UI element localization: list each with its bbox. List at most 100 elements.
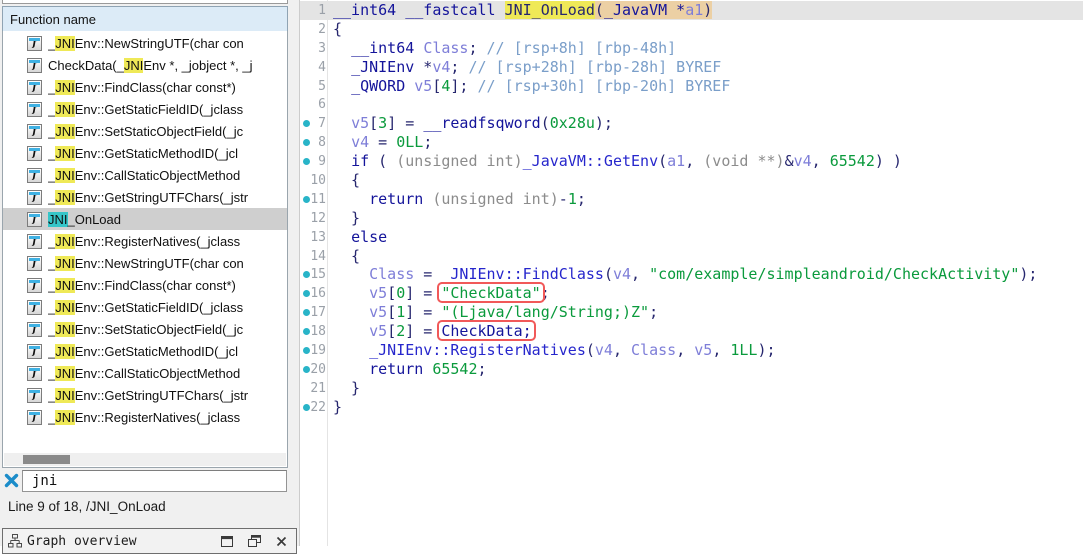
code-text: v5[3] = __readfsqword(0x28u); [351,114,613,133]
line-dot[interactable] [300,303,310,322]
line-number: 4 [318,59,326,75]
code-text: Class = _JNIEnv::FindClass(v4, "com/exam… [369,265,1038,284]
code-line-15[interactable]: 15 Class = _JNIEnv::FindClass(v4, "com/e… [300,265,1083,284]
code-line-1[interactable]: 1 __int64 __fastcall JNI_OnLoad(_JavaVM *… [300,1,1083,20]
function-list-item[interactable]: f _JNIEnv::RegisterNatives(_jclass [3,406,287,428]
line-dot[interactable] [300,114,310,133]
line-number: 12 [310,210,326,226]
function-icon: f [27,387,42,403]
line-dot[interactable] [300,152,310,171]
function-icon: f [27,255,42,271]
code-line-14[interactable]: 14 { [300,247,1083,266]
function-list-item[interactable]: f _JNIEnv::FindClass(char const*) [3,76,287,98]
code-line-4[interactable]: 4 _JNIEnv *v4; // [rsp+28h] [rbp-28h] BY… [300,58,1083,77]
function-icon: f [27,35,42,51]
function-name-label: CheckData(_JNIEnv *, _jobject *, _j [48,57,253,73]
code-line-5[interactable]: 5 _QWORD v5[4]; // [rsp+30h] [rbp-20h] B… [300,77,1083,96]
code-line-20[interactable]: 20 return 65542; [300,360,1083,379]
decompiler-pseudocode-panel[interactable]: 1 __int64 __fastcall JNI_OnLoad(_JavaVM *… [300,1,1083,417]
line-number: 18 [310,324,326,340]
functions-column-header[interactable]: Function name [2,6,288,32]
code-text: { [333,19,343,38]
line-dot[interactable] [300,398,310,417]
function-icon: f [27,233,42,249]
function-name-label: _JNIEnv::CallStaticObjectMethod [48,365,241,381]
function-list-item[interactable]: f _JNIEnv::FindClass(char const*) [3,274,287,296]
function-name-label: _JNIEnv::SetStaticObjectField(_jc [48,321,244,337]
float-window-icon[interactable] [248,535,261,547]
code-line-10[interactable]: 10 { [300,171,1083,190]
line-dot[interactable] [300,360,310,379]
code-line-13[interactable]: 13 else [300,228,1083,247]
function-search-input[interactable] [22,470,287,492]
function-icon: f [27,57,42,73]
line-dot-empty [300,20,310,39]
code-line-2[interactable]: 2{ [300,20,1083,39]
annotation-box: "CheckData" [441,284,541,303]
function-name-label: _JNIEnv::GetStaticFieldID(_jclass [48,299,244,315]
code-text: __int64 __fastcall JNI_OnLoad(_JavaVM *a… [333,1,713,19]
line-dot[interactable] [300,190,310,209]
line-dot-empty [300,1,310,20]
pseudocode-lines: 1 __int64 __fastcall JNI_OnLoad(_JavaVM *… [300,1,1083,417]
line-dot-empty [300,39,310,58]
line-dot[interactable] [300,322,310,341]
horizontal-scrollbar[interactable] [4,453,286,466]
line-dot[interactable] [300,265,310,284]
function-list-item[interactable]: f _JNIEnv::CallStaticObjectMethod [3,362,287,384]
line-number: 5 [318,78,326,94]
code-text: v5[2] = CheckData; [369,322,532,341]
function-list-item[interactable]: f _JNIEnv::NewStringUTF(char con [3,252,287,274]
function-list-item[interactable]: f _JNIEnv::CallStaticObjectMethod [3,164,287,186]
function-list-item[interactable]: f CheckData(_JNIEnv *, _jobject *, _j [3,54,287,76]
function-icon: f [27,145,42,161]
function-list-item[interactable]: f _JNIEnv::NewStringUTF(char con [3,32,287,54]
function-list-item[interactable]: f _JNIEnv::GetStaticFieldID(_jclass [3,296,287,318]
function-list-item[interactable]: f _JNIEnv::GetStaticFieldID(_jclass [3,98,287,120]
function-list-item[interactable]: f _JNIEnv::GetStaticMethodID(_jcl [3,340,287,362]
function-list-item[interactable]: f _JNIEnv::GetStaticMethodID(_jcl [3,142,287,164]
functions-list: f _JNIEnv::NewStringUTF(char con f Check… [3,32,287,428]
close-search-icon[interactable] [4,473,19,488]
line-dot[interactable] [300,133,310,152]
line-dot[interactable] [300,284,310,303]
function-icon: f [27,365,42,381]
line-number: 3 [318,40,326,56]
code-line-7[interactable]: 7 v5[3] = __readfsqword(0x28u); [300,114,1083,133]
maximize-icon[interactable] [221,535,233,547]
code-line-9[interactable]: 9 if ( (unsigned int)_JavaVM::GetEnv(a1,… [300,152,1083,171]
code-line-3[interactable]: 3 __int64 Class; // [rsp+8h] [rbp-48h] [300,39,1083,58]
code-text: v5[1] = "(Ljava/lang/String;)Z"; [369,303,659,322]
code-line-6[interactable]: 6 [300,95,1083,114]
code-line-17[interactable]: 17 v5[1] = "(Ljava/lang/String;)Z"; [300,303,1083,322]
function-icon: f [27,277,42,293]
function-list-item[interactable]: f _JNIEnv::GetStringUTFChars(_jstr [3,384,287,406]
function-list-item[interactable]: f _JNIEnv::GetStringUTFChars(_jstr [3,186,287,208]
function-name-label: _JNIEnv::SetStaticObjectField(_jc [48,123,244,139]
code-line-18[interactable]: 18 v5[2] = CheckData; [300,322,1083,341]
function-name-label: _JNIEnv::GetStaticMethodID(_jcl [48,145,239,161]
code-line-11[interactable]: 11 return (unsigned int)-1; [300,190,1083,209]
annotation-box: CheckData; [441,322,532,341]
code-line-21[interactable]: 21 } [300,379,1083,398]
function-list-item-selected[interactable]: f JNI_OnLoad [3,208,287,230]
code-line-22[interactable]: 22} [300,398,1083,417]
function-name-label: _JNIEnv::GetStringUTFChars(_jstr [48,189,249,205]
code-line-16[interactable]: 16 v5[0] = "CheckData"; [300,284,1083,303]
line-dot[interactable] [300,341,310,360]
graph-overview-panel[interactable]: Graph overview [2,528,297,554]
function-list-item[interactable]: f _JNIEnv::SetStaticObjectField(_jc [3,120,287,142]
function-list-item[interactable]: f _JNIEnv::SetStaticObjectField(_jc [3,318,287,340]
function-name-label: _JNIEnv::NewStringUTF(char con [48,35,244,51]
code-line-8[interactable]: 8 v4 = 0LL; [300,133,1083,152]
function-list-item[interactable]: f _JNIEnv::RegisterNatives(_jclass [3,230,287,252]
code-line-12[interactable]: 12 } [300,209,1083,228]
code-text: __int64 Class; // [rsp+8h] [rbp-48h] [351,38,677,57]
close-panel-icon[interactable] [276,536,287,547]
status-line: Line 9 of 18, /JNI_OnLoad [8,499,166,514]
scrollbar-thumb[interactable] [23,455,70,464]
code-text: { [333,171,361,190]
code-text: return (unsigned int)-1; [369,189,586,208]
function-name-label: JNI_OnLoad [48,211,121,227]
code-line-19[interactable]: 19 _JNIEnv::RegisterNatives(v4, Class, v… [300,341,1083,360]
